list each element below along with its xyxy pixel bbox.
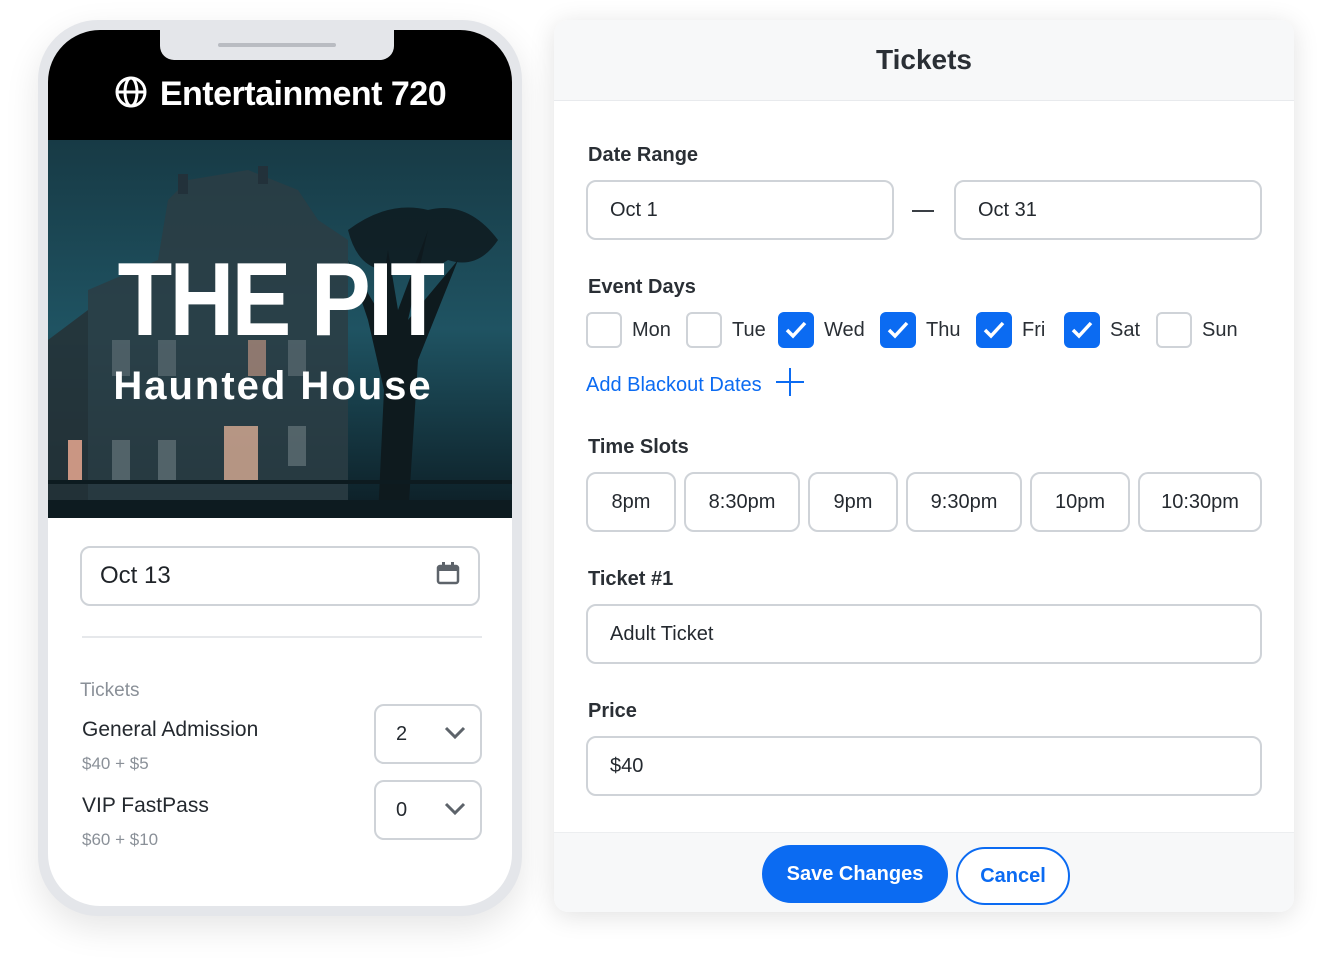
quantity-select[interactable]: 2 xyxy=(374,704,482,764)
chevron-down-icon xyxy=(444,723,466,746)
ticket-price: $60 + $10 xyxy=(82,830,159,849)
plus-icon xyxy=(774,366,806,404)
checkbox[interactable] xyxy=(1156,312,1192,348)
day-checkbox-thu[interactable]: Thu xyxy=(880,312,960,348)
ticket-name-value: Adult Ticket xyxy=(610,622,714,645)
quantity-select[interactable]: 0 xyxy=(374,780,482,840)
date-picker-field[interactable]: Oct 13 xyxy=(80,546,480,606)
end-date-input[interactable]: Oct 31 xyxy=(954,180,1262,240)
tickets-settings-panel: Tickets Date Range Oct 1 Oct 31 Event Da… xyxy=(554,20,1294,912)
day-label: Mon xyxy=(632,318,671,341)
panel-title: Tickets xyxy=(554,20,1294,101)
date-range-label: Date Range xyxy=(588,144,699,166)
ticket-row: General Admission $40 + $5 2 xyxy=(82,704,482,780)
ticket-name: General Admission xyxy=(82,718,259,741)
checkmark-icon xyxy=(983,321,1005,339)
checkmark-icon xyxy=(785,321,807,339)
ticket-row: VIP FastPass $60 + $10 0 xyxy=(82,780,482,856)
day-label: Thu xyxy=(926,318,961,341)
cancel-button[interactable]: Cancel xyxy=(956,847,1070,905)
checkbox[interactable] xyxy=(778,312,814,348)
time-slot-button[interactable]: 9:30pm xyxy=(906,472,1022,532)
checkbox[interactable] xyxy=(686,312,722,348)
time-slot-button[interactable]: 9pm xyxy=(808,472,898,532)
divider xyxy=(82,636,482,638)
phone-screen: Entertainment 720 THE PIT Haunted House … xyxy=(48,30,512,906)
price-value: $40 xyxy=(610,754,644,777)
phone-mockup: Entertainment 720 THE PIT Haunted House … xyxy=(38,20,522,916)
day-label: Tue xyxy=(732,318,766,341)
day-label: Wed xyxy=(824,318,865,341)
add-blackout-dates-link[interactable]: Add Blackout Dates xyxy=(586,366,806,404)
blackout-label: Add Blackout Dates xyxy=(586,373,762,396)
ticket-name: VIP FastPass xyxy=(82,794,209,817)
price-label: Price xyxy=(588,700,637,722)
checkbox[interactable] xyxy=(880,312,916,348)
start-date-input[interactable]: Oct 1 xyxy=(586,180,894,240)
hero-image: THE PIT Haunted House xyxy=(48,140,512,518)
time-slot-button[interactable]: 8pm xyxy=(586,472,676,532)
ticket-label: Ticket #1 xyxy=(588,568,674,590)
day-label: Sat xyxy=(1110,318,1141,341)
checkmark-icon xyxy=(887,321,909,339)
price-input[interactable]: $40 xyxy=(586,736,1262,796)
ticket-price: $40 + $5 xyxy=(82,754,149,773)
start-date-value: Oct 1 xyxy=(610,198,658,221)
date-value: Oct 13 xyxy=(100,562,171,589)
quantity-value: 2 xyxy=(396,722,408,745)
checkmark-icon xyxy=(1071,321,1093,339)
checkbox[interactable] xyxy=(1064,312,1100,348)
save-changes-button[interactable]: Save Changes xyxy=(762,845,948,903)
day-label: Sun xyxy=(1202,318,1238,341)
ticket-name-input[interactable]: Adult Ticket xyxy=(586,604,1262,664)
time-slot-button[interactable]: 10:30pm xyxy=(1138,472,1262,532)
calendar-icon xyxy=(436,561,460,592)
phone-notch xyxy=(160,30,394,60)
day-checkbox-sun[interactable]: Sun xyxy=(1156,312,1238,348)
day-checkbox-sat[interactable]: Sat xyxy=(1064,312,1140,348)
day-checkbox-wed[interactable]: Wed xyxy=(778,312,865,348)
day-checkbox-mon[interactable]: Mon xyxy=(586,312,671,348)
day-checkbox-fri[interactable]: Fri xyxy=(976,312,1045,348)
time-slots-label: Time Slots xyxy=(588,436,689,458)
tickets-heading: Tickets xyxy=(80,680,140,701)
time-slot-button[interactable]: 10pm xyxy=(1030,472,1130,532)
checkbox[interactable] xyxy=(586,312,622,348)
panel-footer: Save Changes Cancel xyxy=(554,832,1294,912)
globe-icon xyxy=(114,75,148,114)
day-label: Fri xyxy=(1022,318,1046,341)
brand-name: Entertainment 720 xyxy=(159,74,447,113)
checkbox[interactable] xyxy=(976,312,1012,348)
hero-title: THE PIT xyxy=(117,242,445,358)
day-checkbox-tue[interactable]: Tue xyxy=(686,312,766,348)
chevron-down-icon xyxy=(444,799,466,822)
hero-subtitle: Haunted House xyxy=(113,364,433,408)
quantity-value: 0 xyxy=(396,798,408,821)
range-separator xyxy=(912,210,934,212)
event-days-label: Event Days xyxy=(588,276,696,298)
end-date-value: Oct 31 xyxy=(978,198,1037,221)
time-slot-button[interactable]: 8:30pm xyxy=(684,472,800,532)
